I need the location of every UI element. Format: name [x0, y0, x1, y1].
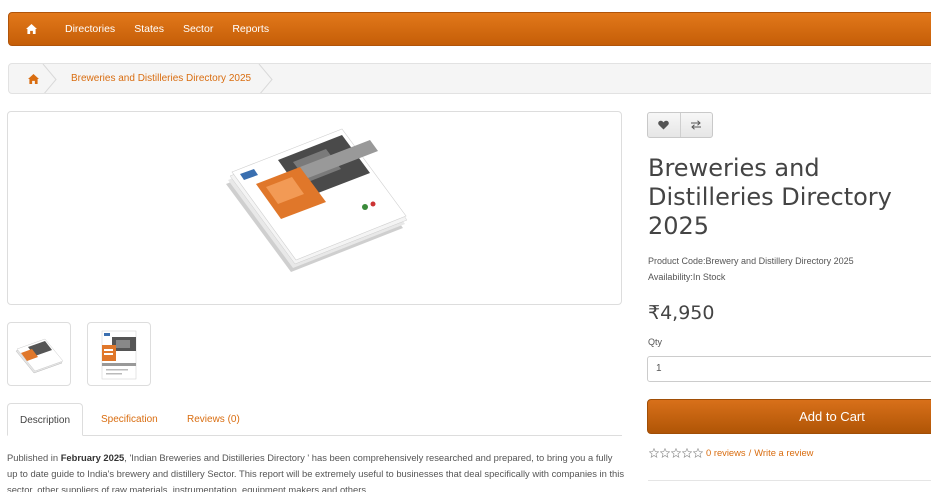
- tab-reviews[interactable]: Reviews (0): [187, 403, 240, 436]
- product-tabs: Description Specification Reviews (0): [7, 403, 622, 436]
- star-outline-icon: [659, 447, 670, 458]
- product-description: Published in February 2025, 'Indian Brew…: [7, 450, 625, 492]
- reviews-count-link[interactable]: 0 reviews: [706, 447, 746, 458]
- nav-item-reports[interactable]: Reports: [232, 23, 269, 35]
- star-outline-icon: [692, 447, 703, 458]
- availability-value: In Stock: [692, 272, 726, 282]
- availability-label: Availability:: [648, 272, 693, 282]
- star-outline-icon: [681, 447, 692, 458]
- product-price: ₹4,950: [648, 302, 715, 324]
- product-title: Breweries and Distilleries Directory 202…: [648, 154, 892, 240]
- write-review-link[interactable]: Write a review: [754, 447, 813, 458]
- nav-item-sector[interactable]: Sector: [183, 23, 213, 35]
- breadcrumb-home[interactable]: [9, 64, 57, 93]
- product-main-image[interactable]: [7, 111, 622, 305]
- breadcrumb: Breweries and Distilleries Directory 202…: [8, 63, 931, 94]
- breadcrumb-separator: [42, 64, 58, 93]
- reviews-separator: /: [748, 447, 752, 458]
- nav-item-directories[interactable]: Directories: [65, 23, 115, 35]
- rating-stars: [648, 447, 703, 458]
- tab-specification[interactable]: Specification: [101, 403, 158, 436]
- wishlist-compare-group: [647, 112, 713, 138]
- nav-home-link[interactable]: [9, 13, 53, 45]
- add-to-cart-label: Add to Cart: [799, 409, 865, 424]
- add-to-cart-button[interactable]: Add to Cart: [647, 399, 931, 434]
- top-navbar: Directories States Sector Reports: [8, 12, 931, 46]
- product-rating: 0 reviews / Write a review: [648, 447, 813, 458]
- product-code-label: Product Code:: [648, 256, 706, 266]
- product-thumbnail-1[interactable]: [7, 322, 71, 386]
- add-to-wishlist-button[interactable]: [648, 113, 680, 137]
- qty-label: Qty: [648, 337, 663, 347]
- heart-icon: [658, 120, 670, 130]
- tab-description[interactable]: Description: [7, 403, 84, 436]
- description-prefix: Published in: [7, 452, 61, 463]
- qty-input[interactable]: 1: [647, 356, 931, 382]
- breadcrumb-current[interactable]: Breweries and Distilleries Directory 202…: [57, 64, 273, 93]
- description-month: February 2025: [60, 452, 125, 463]
- thumbnail-book-image: [15, 338, 64, 374]
- star-outline-icon: [670, 447, 681, 458]
- compare-button[interactable]: [679, 113, 712, 137]
- product-thumbnail-2[interactable]: [87, 322, 151, 386]
- product-availability: Availability:In Stock: [648, 272, 725, 282]
- breadcrumb-current-label: Breweries and Distilleries Directory 202…: [71, 73, 252, 84]
- thumbnail-cover-image: [101, 330, 137, 380]
- product-code-value: Brewery and Distillery Directory 2025: [705, 256, 854, 266]
- star-outline-icon: [648, 447, 659, 458]
- home-icon: [27, 73, 39, 84]
- product-code: Product Code:Brewery and Distillery Dire…: [648, 256, 854, 266]
- home-icon: [25, 24, 37, 34]
- divider: [648, 480, 931, 481]
- nav-item-states[interactable]: States: [134, 23, 164, 35]
- exchange-icon: [691, 120, 702, 130]
- breadcrumb-separator: [258, 64, 274, 93]
- product-book-image: [226, 128, 408, 272]
